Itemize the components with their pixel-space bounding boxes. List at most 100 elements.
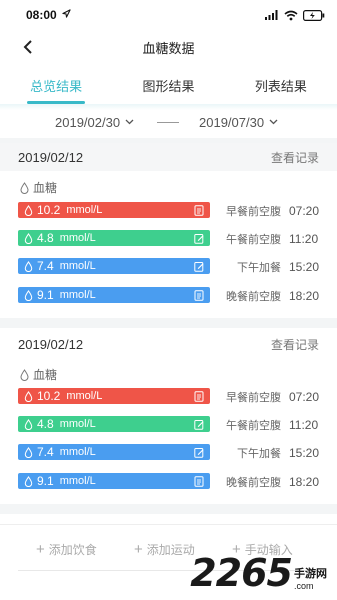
start-date-value: 2019/02/30	[55, 114, 121, 130]
wifi-icon	[284, 10, 298, 21]
reading-unit: mmol/L	[59, 446, 96, 458]
watermark-number: 2265	[190, 551, 293, 595]
edit-icon[interactable]	[194, 419, 204, 430]
reading-value: 9.1	[37, 474, 54, 488]
section-gap	[0, 504, 337, 514]
meal-label: 午餐前空腹	[226, 233, 281, 246]
result-tabs: 总览结果 图形结果 列表结果	[0, 76, 337, 104]
meal-label: 晚餐前空腹	[226, 290, 281, 303]
document-icon[interactable]	[194, 204, 204, 216]
reading-value: 4.8	[37, 231, 54, 245]
reading-bar[interactable]: 9.1 mmol/L	[18, 287, 210, 303]
status-bar: 08:00	[0, 0, 337, 30]
add-diet-button[interactable]: + 添加饮食	[36, 541, 97, 558]
page-title: 血糖数据	[142, 41, 195, 57]
reading-value: 9.1	[37, 288, 54, 302]
watermark-domain: .com	[294, 581, 314, 591]
watermark-text: 手游网	[294, 567, 327, 580]
chevron-down-icon	[269, 119, 278, 125]
edit-icon[interactable]	[194, 261, 204, 272]
category-label: 血糖	[20, 366, 57, 383]
document-icon[interactable]	[194, 289, 204, 301]
reading-value: 7.4	[37, 259, 54, 273]
reading-value: 7.4	[37, 445, 54, 459]
meal-label: 晚餐前空腹	[226, 476, 281, 489]
day-header: 2019/02/12 查看记录	[0, 143, 337, 171]
section-gap	[0, 318, 337, 328]
document-icon[interactable]	[194, 475, 204, 487]
edit-icon[interactable]	[194, 447, 204, 458]
reading-unit: mmol/L	[66, 204, 103, 216]
edit-icon[interactable]	[194, 233, 204, 244]
meal-label: 下午加餐	[237, 261, 281, 274]
document-icon[interactable]	[194, 390, 204, 402]
reading-bar[interactable]: 7.4 mmol/L	[18, 258, 210, 274]
back-button[interactable]	[18, 36, 38, 58]
reading-time: 18:20	[289, 289, 320, 303]
add-diet-label: 添加饮食	[48, 542, 97, 557]
reading-meta: 早餐前空腹 07:20	[226, 389, 320, 405]
blood-drop-icon	[24, 418, 33, 430]
reading-time: 07:20	[289, 204, 320, 218]
reading-bar[interactable]: 4.8 mmol/L	[18, 230, 210, 246]
tab-overview[interactable]: 总览结果	[0, 76, 112, 104]
nav-header: 血糖数据	[0, 30, 337, 64]
add-exercise-button[interactable]: + 添加运动	[134, 541, 195, 558]
reading-time: 11:20	[289, 232, 319, 246]
category-label: 血糖	[20, 179, 57, 196]
tab-chart[interactable]: 图形结果	[112, 76, 224, 104]
date-range: 2019/02/30 2019/07/30	[0, 110, 337, 134]
view-records-link[interactable]: 查看记录	[271, 336, 319, 353]
reading-time: 15:20	[289, 446, 320, 460]
end-date-picker[interactable]: 2019/07/30	[199, 115, 278, 130]
reading-meta: 午餐前空腹 11:20	[226, 231, 319, 247]
add-exercise-label: 添加运动	[146, 542, 195, 557]
status-time: 08:00	[26, 8, 57, 22]
reading-time: 07:20	[289, 390, 320, 404]
chevron-left-icon	[23, 40, 32, 54]
chevron-down-icon	[125, 119, 134, 125]
blood-drop-icon	[24, 390, 33, 402]
tab-list[interactable]: 列表结果	[225, 76, 337, 104]
reading-time: 15:20	[289, 260, 320, 274]
view-records-link[interactable]: 查看记录	[271, 149, 319, 166]
blood-drop-icon	[24, 260, 33, 272]
reading-bar[interactable]: 7.4 mmol/L	[18, 444, 210, 460]
category-name: 血糖	[33, 181, 58, 195]
reading-bar[interactable]: 9.1 mmol/L	[18, 473, 210, 489]
reading-unit: mmol/L	[59, 475, 96, 487]
start-date-picker[interactable]: 2019/02/30	[55, 115, 134, 130]
meal-label: 午餐前空腹	[226, 419, 281, 432]
reading-meta: 晚餐前空腹 18:20	[226, 474, 319, 490]
reading-unit: mmol/L	[59, 289, 96, 301]
category-name: 血糖	[33, 368, 58, 382]
bottom-divider	[0, 524, 337, 525]
blood-drop-icon	[24, 204, 33, 216]
reading-unit: mmol/L	[59, 260, 96, 272]
blood-drop-icon	[24, 475, 33, 487]
status-icons	[265, 9, 325, 21]
reading-meta: 晚餐前空腹 18:20	[226, 288, 320, 304]
reading-value: 10.2	[37, 389, 61, 403]
reading-value: 10.2	[37, 203, 61, 217]
reading-bar[interactable]: 10.2 mmol/L	[18, 202, 210, 218]
signal-icon	[265, 10, 279, 20]
reading-bar[interactable]: 4.8 mmol/L	[18, 416, 210, 432]
meal-label: 早餐前空腹	[226, 205, 281, 218]
reading-time: 11:20	[289, 418, 319, 432]
reading-unit: mmol/L	[59, 418, 96, 430]
reading-unit: mmol/L	[59, 232, 96, 244]
plus-icon: +	[134, 540, 143, 558]
reading-bar[interactable]: 10.2 mmol/L	[18, 388, 210, 404]
reading-meta: 早餐前空腹 07:20	[226, 203, 320, 219]
reading-meta: 午餐前空腹 11:20	[226, 417, 319, 433]
day-date: 2019/02/12	[18, 336, 84, 352]
blood-drop-icon	[20, 368, 29, 381]
day-header: 2019/02/12 查看记录	[0, 330, 337, 358]
reading-meta: 下午加餐 15:20	[237, 259, 320, 275]
meal-label: 早餐前空腹	[226, 391, 281, 404]
blood-drop-icon	[24, 232, 33, 244]
end-date-value: 2019/07/30	[199, 114, 265, 130]
blood-drop-icon	[24, 446, 33, 458]
reading-meta: 下午加餐 15:20	[237, 445, 320, 461]
